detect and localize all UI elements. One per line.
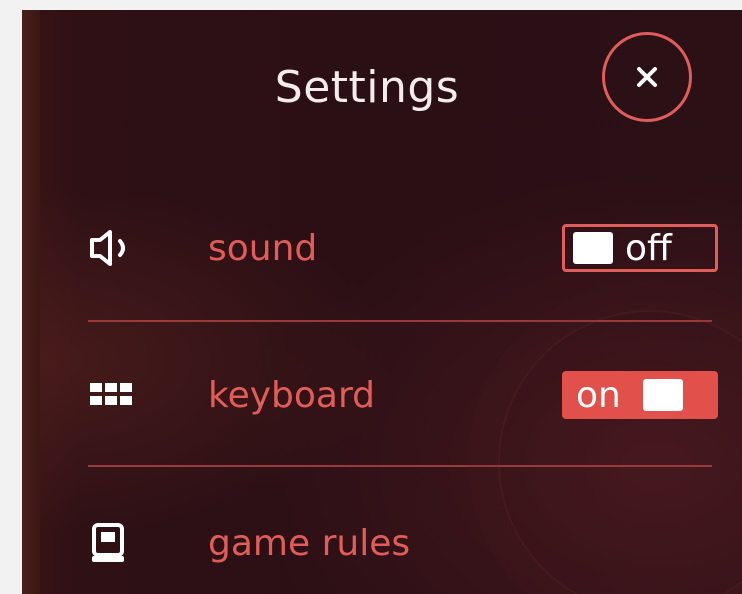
close-button[interactable] <box>602 32 692 122</box>
settings-panel: Settings sound off keyboard on game rule… <box>22 10 742 594</box>
sound-toggle[interactable]: off <box>562 224 718 272</box>
settings-row-game-rules[interactable]: game rules <box>88 508 712 578</box>
rulebook-icon <box>88 521 144 565</box>
toggle-knob <box>642 379 683 411</box>
divider <box>88 465 712 467</box>
keyboard-toggle[interactable]: on <box>562 371 718 419</box>
settings-row-sound[interactable]: sound off <box>88 213 718 283</box>
sound-toggle-text: off <box>625 227 672 269</box>
keyboard-label: keyboard <box>208 374 375 416</box>
keyboard-toggle-text: on <box>576 374 621 416</box>
game-rules-label: game rules <box>208 522 411 564</box>
sound-label: sound <box>208 227 318 269</box>
toggle-knob <box>573 232 613 264</box>
speaker-icon <box>88 226 144 270</box>
settings-row-keyboard[interactable]: keyboard on <box>88 360 718 430</box>
close-icon <box>637 67 657 87</box>
divider <box>88 320 712 322</box>
keyboard-grid-icon <box>88 373 144 417</box>
